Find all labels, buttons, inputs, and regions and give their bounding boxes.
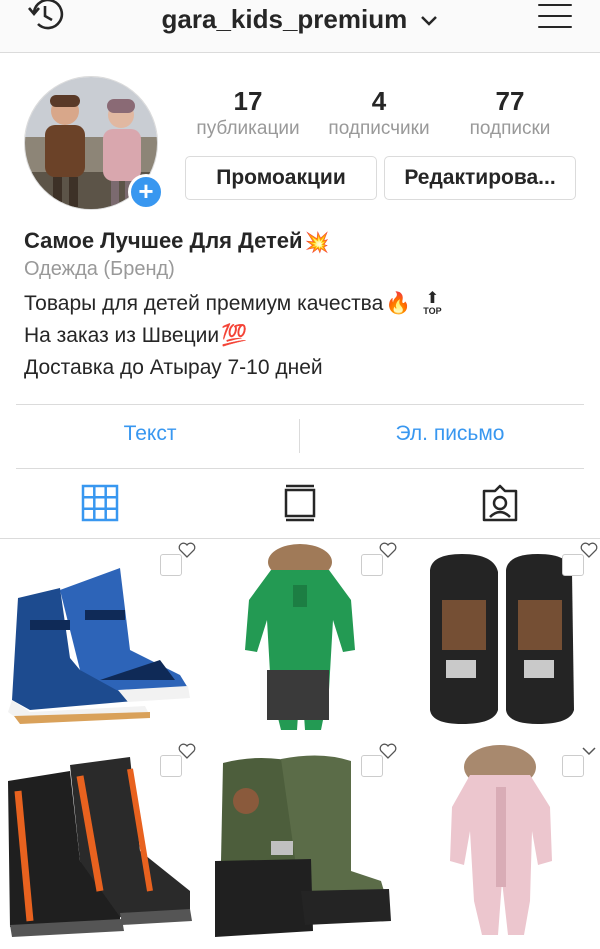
chevron-down-icon[interactable]	[580, 743, 598, 759]
post-thumbnail[interactable]	[201, 741, 399, 939]
stat-posts-value: 17	[233, 86, 263, 116]
email-link[interactable]: Эл. письмо	[316, 422, 584, 446]
bio-category: Одежда (Бренд)	[24, 258, 175, 280]
bio-line-2-text: На заказ из Швеции	[24, 324, 220, 347]
top-badge: TOP	[423, 306, 442, 317]
stat-following-value: 77	[495, 86, 525, 116]
heart-icon[interactable]	[379, 743, 397, 759]
heart-icon[interactable]	[580, 542, 598, 558]
divider	[0, 538, 600, 539]
stat-posts[interactable]: 17 публикации	[188, 86, 308, 140]
bio-name: Самое Лучшее Для Детей 💥	[24, 228, 584, 258]
profile-avatar-container[interactable]: +	[24, 76, 164, 214]
add-story-plus-icon[interactable]: +	[128, 174, 164, 210]
heart-icon[interactable]	[178, 542, 196, 558]
bio-line-2: На заказ из Швеции💯	[24, 320, 584, 352]
username-switcher[interactable]: gara_kids_premium	[0, 4, 600, 35]
chevron-down-icon	[421, 16, 438, 26]
post-thumbnail[interactable]	[402, 540, 600, 738]
stat-followers[interactable]: 4 подписчики	[318, 86, 440, 140]
hamburger-menu-icon[interactable]	[538, 4, 572, 32]
bio-line-3: Доставка до Атырау 7-10 дней	[24, 356, 323, 379]
username: gara_kids_premium	[161, 4, 408, 34]
top-bar: gara_kids_premium	[0, 0, 600, 53]
divider	[299, 419, 300, 453]
edit-profile-button[interactable]: Редактирова...	[384, 156, 576, 200]
stat-following[interactable]: 77 подписки	[452, 86, 568, 140]
stat-posts-label: публикации	[196, 118, 300, 139]
heart-icon[interactable]	[178, 743, 196, 759]
heart-icon[interactable]	[379, 542, 397, 558]
post-thumbnail[interactable]	[0, 540, 198, 738]
collision-emoji: 💥	[304, 231, 330, 254]
stat-followers-label: подписчики	[328, 118, 430, 139]
bio-line-1-text: Товары для детей премиум качества	[24, 292, 384, 315]
bio-section: Самое Лучшее Для Детей 💥 Одежда (Бренд) Т…	[24, 228, 584, 384]
divider	[16, 404, 584, 405]
promotions-button[interactable]: Промоакции	[185, 156, 377, 200]
feed-icon[interactable]	[281, 484, 319, 522]
stat-following-label: подписки	[469, 118, 551, 139]
bio-line-1: Товары для детей премиум качества🔥 ⬆ TOP	[24, 288, 584, 320]
post-thumbnail[interactable]	[402, 741, 600, 939]
divider	[16, 468, 584, 469]
grid-icon[interactable]	[81, 484, 119, 522]
fire-emoji: 🔥	[385, 292, 412, 316]
bio-name-text: Самое Лучшее Для Детей	[24, 228, 303, 253]
tagged-icon[interactable]	[481, 484, 519, 522]
text-message-link[interactable]: Текст	[16, 422, 284, 446]
top-arrow-icon: ⬆ TOP	[423, 290, 442, 317]
stat-followers-value: 4	[371, 86, 387, 116]
post-thumbnail[interactable]	[0, 741, 198, 939]
post-thumbnail[interactable]	[201, 540, 399, 738]
hundred-points-emoji: 💯	[221, 324, 248, 348]
